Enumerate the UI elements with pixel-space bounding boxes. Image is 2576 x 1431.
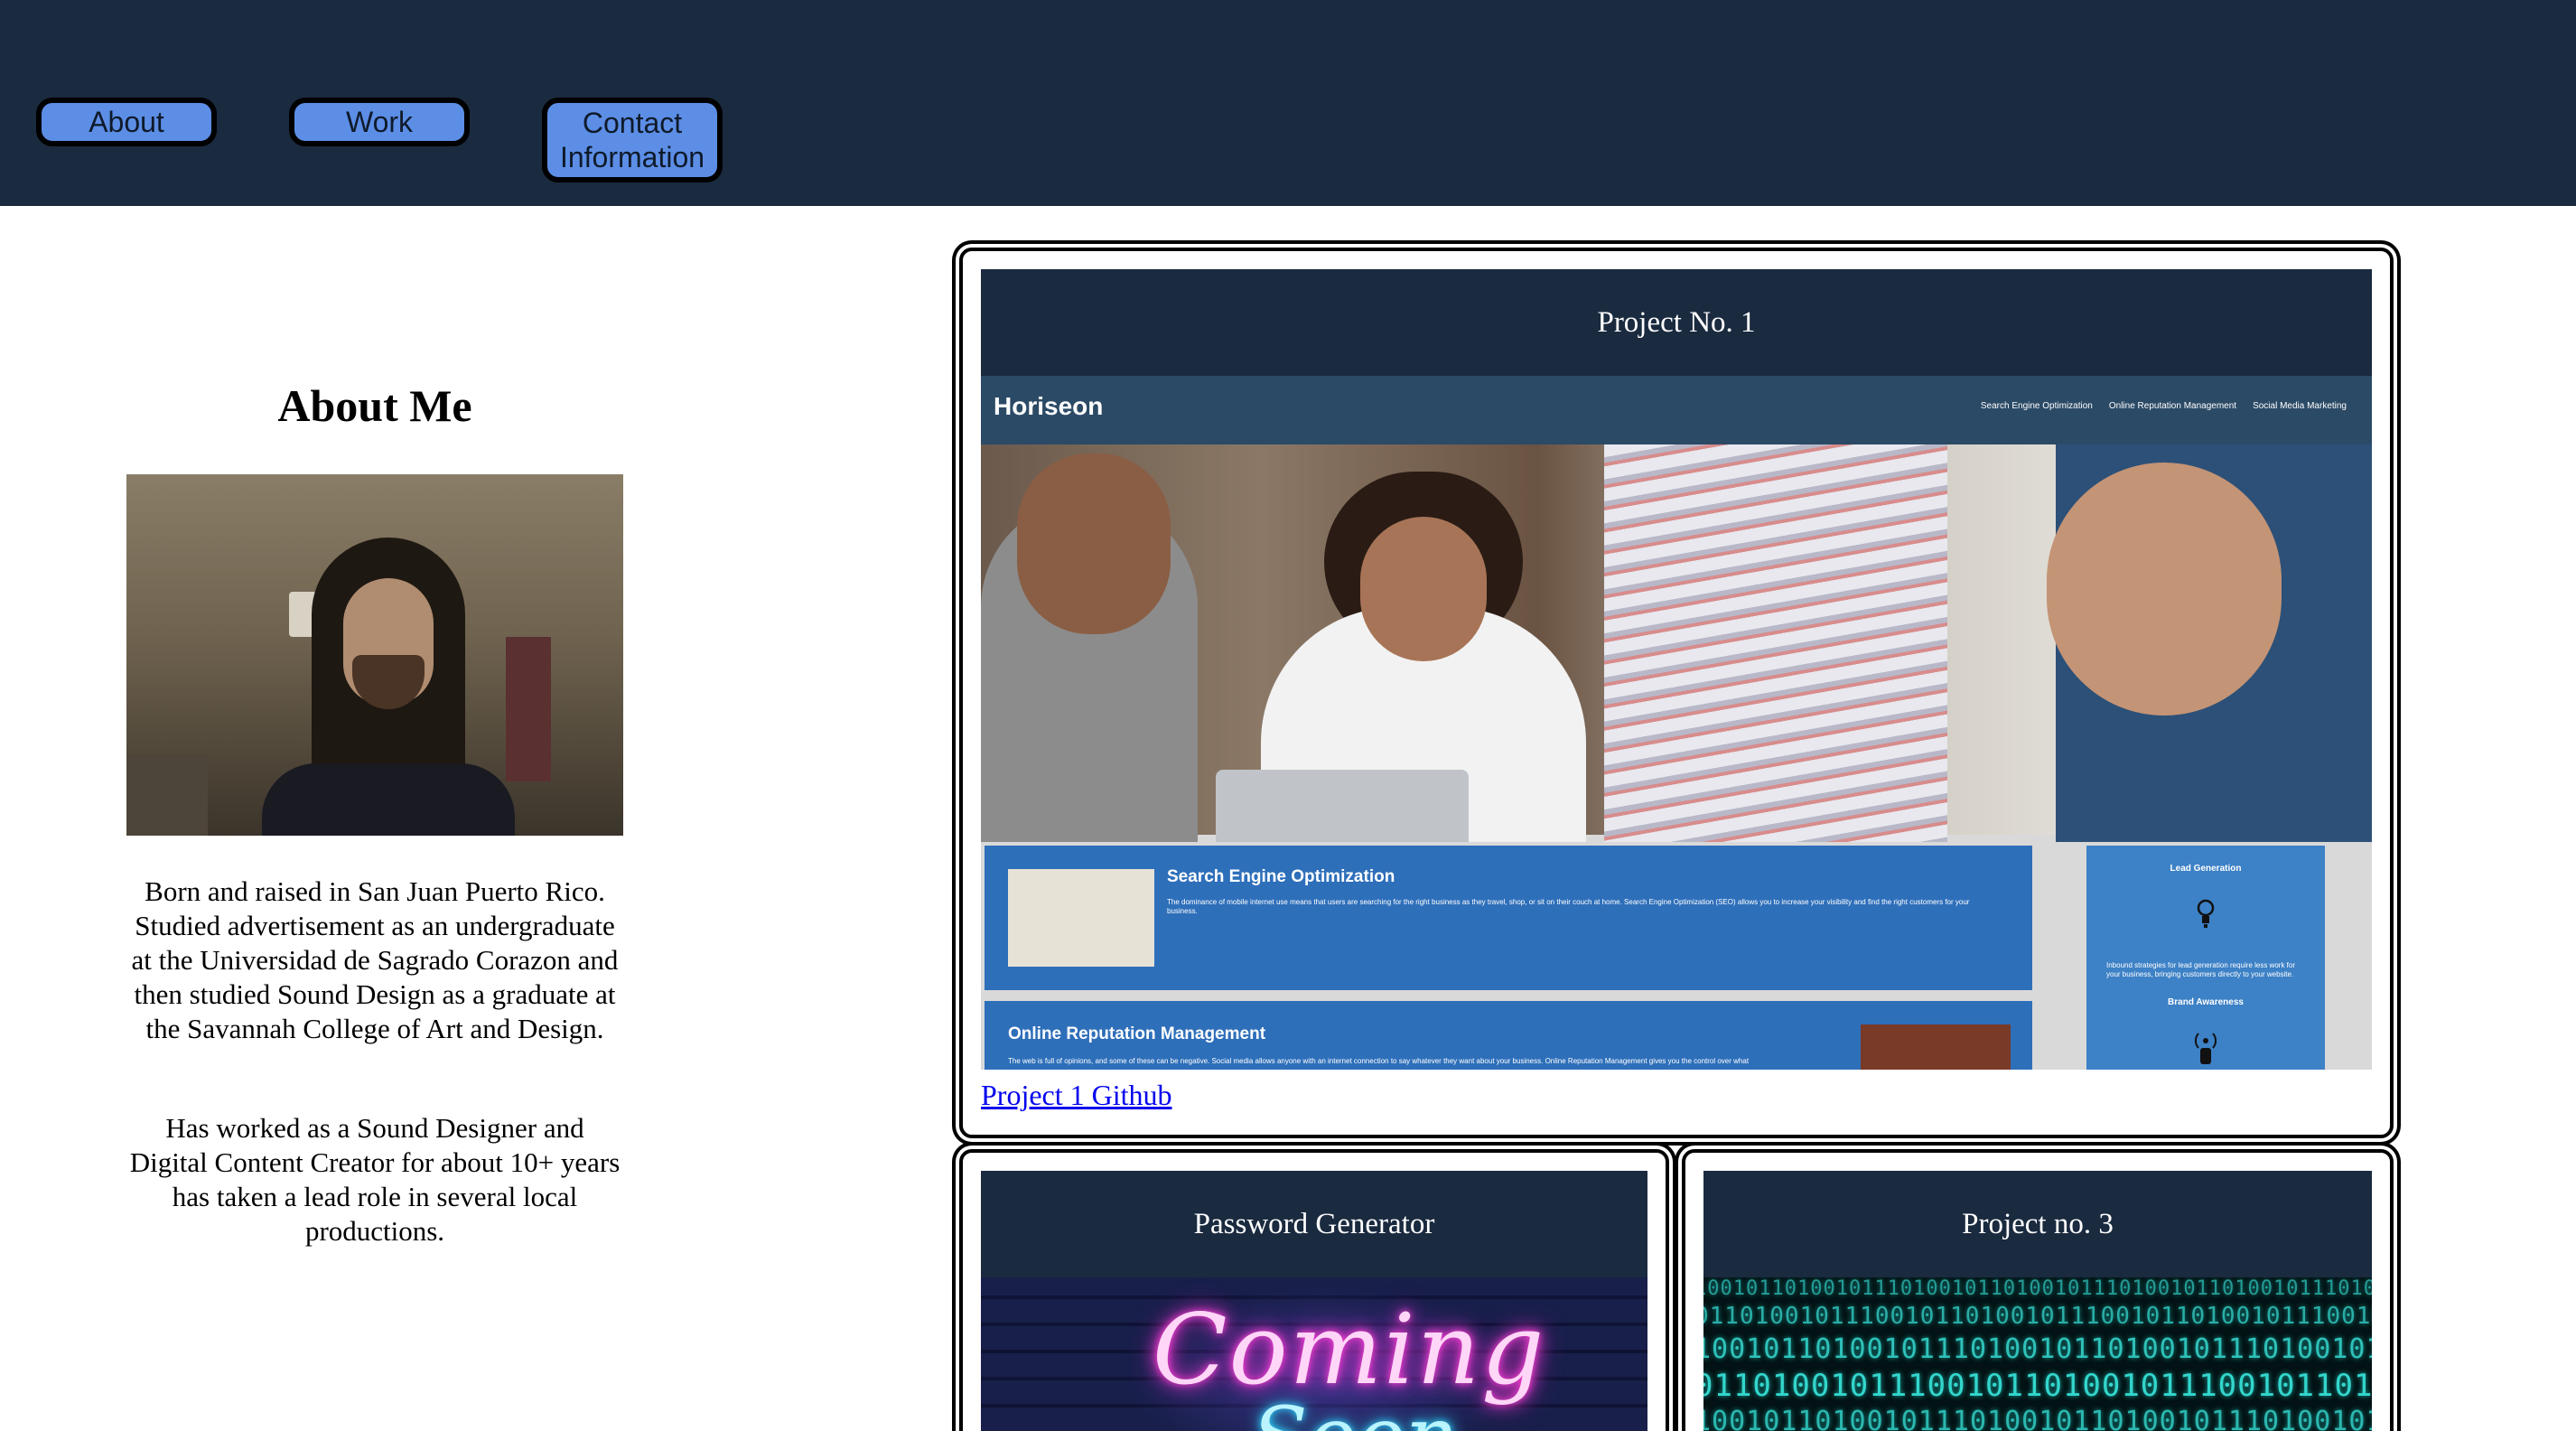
project-card-2: Password Generator Coming Soon [959, 1149, 1669, 1431]
site-header: About Work Contact Information [0, 0, 2576, 206]
horiseon-nav-link: Search Engine Optimization [1980, 401, 2093, 411]
profile-photo [126, 474, 623, 836]
project-2-title: Password Generator [981, 1171, 1647, 1277]
bio-paragraph-2: Has worked as a Sound Designer and Digit… [129, 1112, 621, 1247]
project-card-1: Project No. 1 Horiseon Search Engine Opt… [959, 248, 2394, 1138]
horiseon-logo: Horiseon [994, 392, 1104, 420]
nav-work-button[interactable]: Work [289, 98, 470, 146]
project-1-screenshot: Horiseon Search Engine Optimization Onli… [981, 376, 2372, 1070]
lightbulb-icon [2197, 899, 2215, 928]
horiseon-benefits-sidebar: Lead Generation Inbound strategies for l… [2086, 846, 2325, 1070]
seo-title: Search Engine Optimization [1167, 867, 1395, 886]
orm-text: The web is full of opinions, and some of… [1008, 1057, 1750, 1065]
brand-awareness-title: Brand Awareness [2168, 997, 2244, 1007]
horiseon-navbar: Horiseon Search Engine Optimization Onli… [981, 376, 2372, 444]
binary-row: 0110100101110010110100101110010110100101… [1703, 1368, 2372, 1404]
about-title: About Me [277, 380, 472, 431]
horiseon-nav-links: Search Engine Optimization Online Reputa… [1981, 401, 2347, 411]
seo-image [1008, 869, 1154, 967]
binary-row: 1001011010010111010010110100101110100101… [1703, 1277, 2372, 1300]
project-3-binary-image: 1001011010010111010010110100101110100101… [1703, 1277, 2372, 1431]
neon-text: Soon [1252, 1389, 1458, 1431]
project-1-title: Project No. 1 [981, 269, 2372, 376]
horiseon-nav-link: Social Media Marketing [2253, 401, 2347, 411]
nav-contact-button[interactable]: Contact Information [542, 98, 723, 182]
horiseon-seo-section: Search Engine Optimization The dominance… [985, 846, 2032, 990]
horiseon-orm-section: Online Reputation Management The web is … [985, 1001, 2032, 1070]
project-3-title: Project no. 3 [1703, 1171, 2372, 1277]
project-card-3: Project no. 3 10010110100101110100101101… [1682, 1149, 2394, 1431]
binary-row: 1001011010010111010010110100101110100101… [1703, 1333, 2372, 1365]
bio-paragraph-1: Born and raised in San Juan Puerto Rico.… [131, 875, 619, 1044]
project-1-github-link[interactable]: Project 1 Github [981, 1079, 1172, 1112]
horiseon-hero-image [981, 444, 2372, 842]
project-2-coming-soon-image: Coming Soon [981, 1277, 1647, 1431]
seo-text: The dominance of mobile internet use mea… [1167, 898, 1970, 915]
orm-image [1861, 1024, 2011, 1070]
lead-generation-text: Inbound strategies for lead generation r… [2106, 961, 2296, 978]
nav-about-button[interactable]: About [36, 98, 217, 146]
binary-row: 1001011010010111010010110100101110100101… [1703, 1406, 2372, 1431]
orm-title: Online Reputation Management [1008, 1024, 1266, 1043]
binary-row: 0110100101110010110100101110010110100101… [1703, 1303, 2372, 1330]
horiseon-nav-link: Online Reputation Management [2108, 401, 2237, 411]
lead-generation-title: Lead Generation [2170, 864, 2242, 874]
broadcast-icon [2195, 1033, 2217, 1064]
